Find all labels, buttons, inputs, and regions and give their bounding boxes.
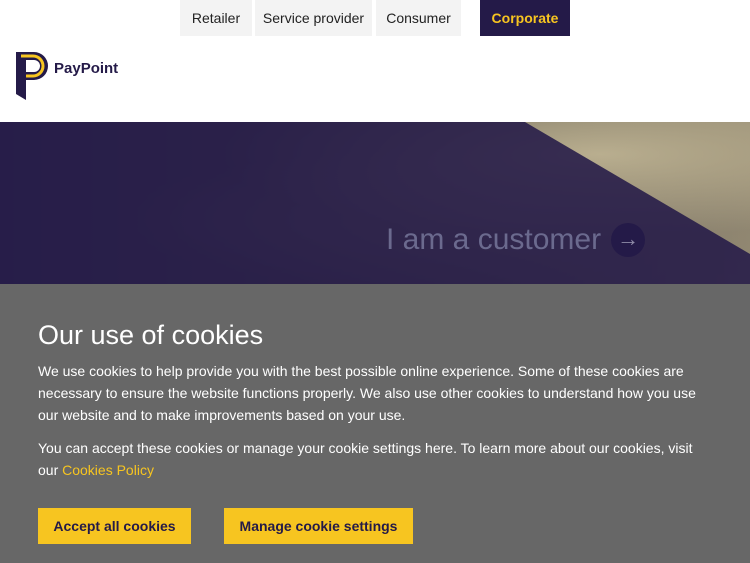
paypoint-logo[interactable]: PayPoint [14, 50, 144, 102]
paypoint-p-logo-icon [16, 52, 48, 100]
top-nav: Retailer Service provider Consumer Corpo… [0, 0, 750, 36]
accept-all-cookies-button[interactable]: Accept all cookies [38, 508, 191, 544]
cookie-banner: Our use of cookies We use cookies to hel… [0, 284, 750, 563]
hero-banner: I am a customer → [0, 122, 750, 284]
tab-service-provider[interactable]: Service provider [255, 0, 372, 36]
cookies-policy-link[interactable]: Cookies Policy [62, 462, 154, 478]
hero-purple-overlay [0, 122, 750, 284]
customer-cta-link[interactable]: I am a customer → [386, 222, 646, 258]
manage-cookie-settings-button[interactable]: Manage cookie settings [224, 508, 413, 544]
logo-wordmark: PayPoint [54, 60, 119, 77]
cookie-title: Our use of cookies [38, 320, 264, 350]
tab-retailer[interactable]: Retailer [180, 0, 252, 36]
customer-cta-label: I am a customer [386, 223, 602, 256]
cookie-description: We use cookies to help provide you with … [38, 363, 696, 423]
tab-consumer[interactable]: Consumer [376, 0, 461, 36]
arrow-right-icon: → [611, 223, 646, 257]
cookie-policy-note: You can accept these cookies or manage y… [38, 437, 714, 481]
tab-corporate[interactable]: Corporate [480, 0, 570, 36]
